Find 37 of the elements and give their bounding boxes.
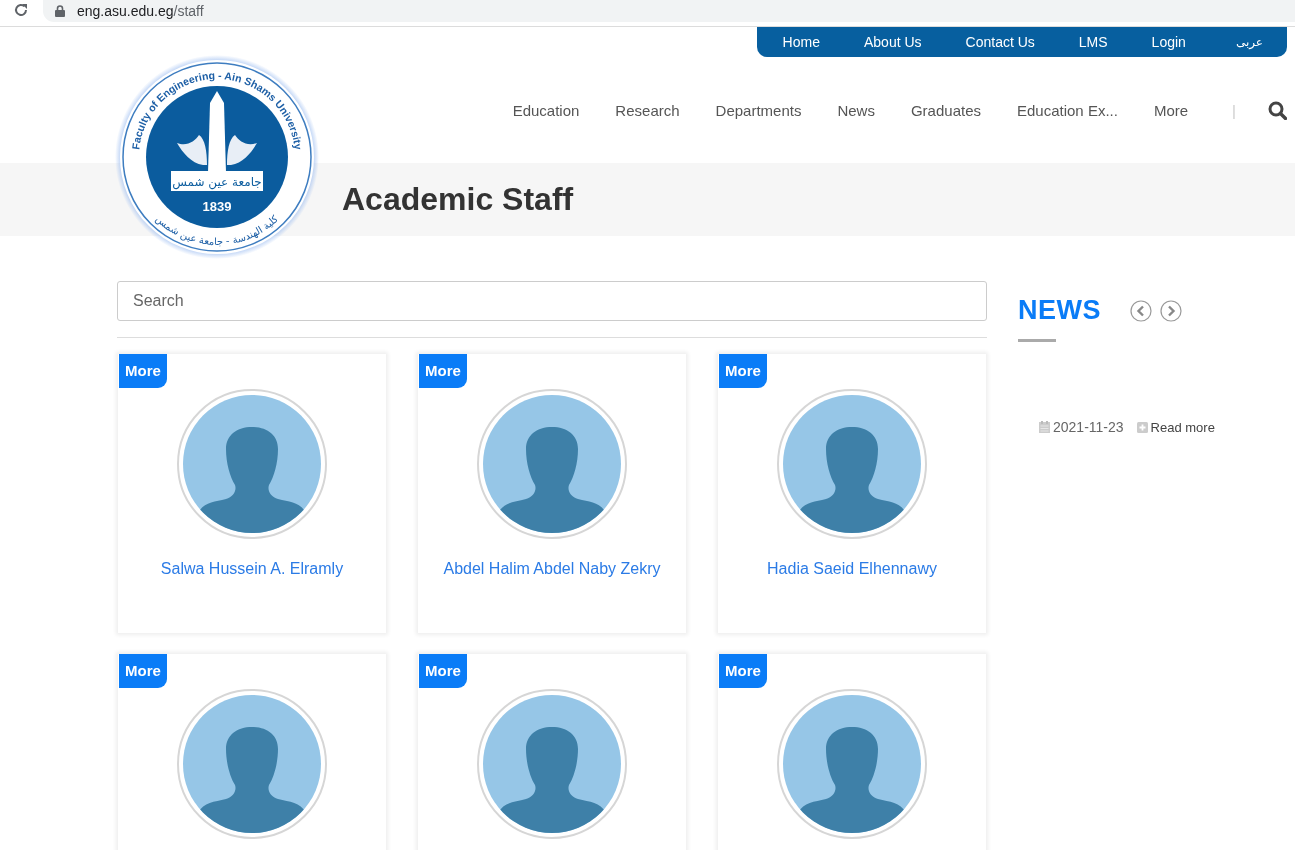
staff-name-link[interactable]: Salwa Hussein A. Elramly (160, 560, 344, 578)
more-tag[interactable]: More (119, 654, 167, 688)
search-field[interactable]: Search (117, 281, 987, 321)
top-link[interactable]: Login (1129, 34, 1208, 50)
logo-year: 1839 (202, 199, 232, 214)
more-tag[interactable]: More (419, 654, 467, 688)
top-link[interactable]: About Us (841, 34, 944, 50)
search-icon[interactable] (1268, 100, 1287, 120)
nav-link[interactable]: Research (615, 101, 680, 119)
calendar-icon (1039, 421, 1050, 433)
nav-link[interactable]: News (837, 101, 875, 119)
nav-link[interactable]: Graduates (910, 101, 981, 119)
more-tag[interactable]: More (119, 354, 167, 388)
staff-name-link[interactable]: Abdel Halim Abdel Naby Zekry (443, 560, 661, 578)
top-link[interactable]: LMS (1056, 34, 1130, 50)
plus-square-icon (1136, 421, 1148, 433)
more-tag[interactable]: More (419, 354, 467, 388)
logo-arabic-ring-text: كلية الهندسة - جامعة عين شمس (153, 213, 281, 248)
read-more-link[interactable]: Read more (1150, 419, 1215, 435)
news-date: 2021-11-23 (1053, 419, 1124, 435)
nav-link[interactable]: Departments (715, 101, 802, 119)
more-tag[interactable]: More (719, 354, 767, 388)
nav-link[interactable]: More (1153, 101, 1189, 119)
top-link[interactable]: عربى (1207, 35, 1263, 49)
more-tag[interactable]: More (719, 654, 767, 688)
reload-icon[interactable] (13, 2, 29, 18)
news-heading: NEWS (1018, 295, 1101, 326)
top-link[interactable]: Contact Us (943, 34, 1057, 50)
staff-name-link[interactable]: Hadia Saeid Elhennawy (767, 560, 937, 578)
lock-icon (55, 5, 65, 17)
logo-banner-text: جامعة عين شمس (172, 175, 262, 189)
nav-link[interactable]: Education Ex... (1017, 101, 1118, 119)
nav-link[interactable]: Education (512, 101, 580, 119)
address-bar-url[interactable]: eng.asu.edu.eg/staff (77, 3, 204, 19)
top-link[interactable]: Home (782, 34, 842, 50)
nav-separator: | (1232, 101, 1236, 119)
page-title: Academic Staff (342, 181, 574, 218)
